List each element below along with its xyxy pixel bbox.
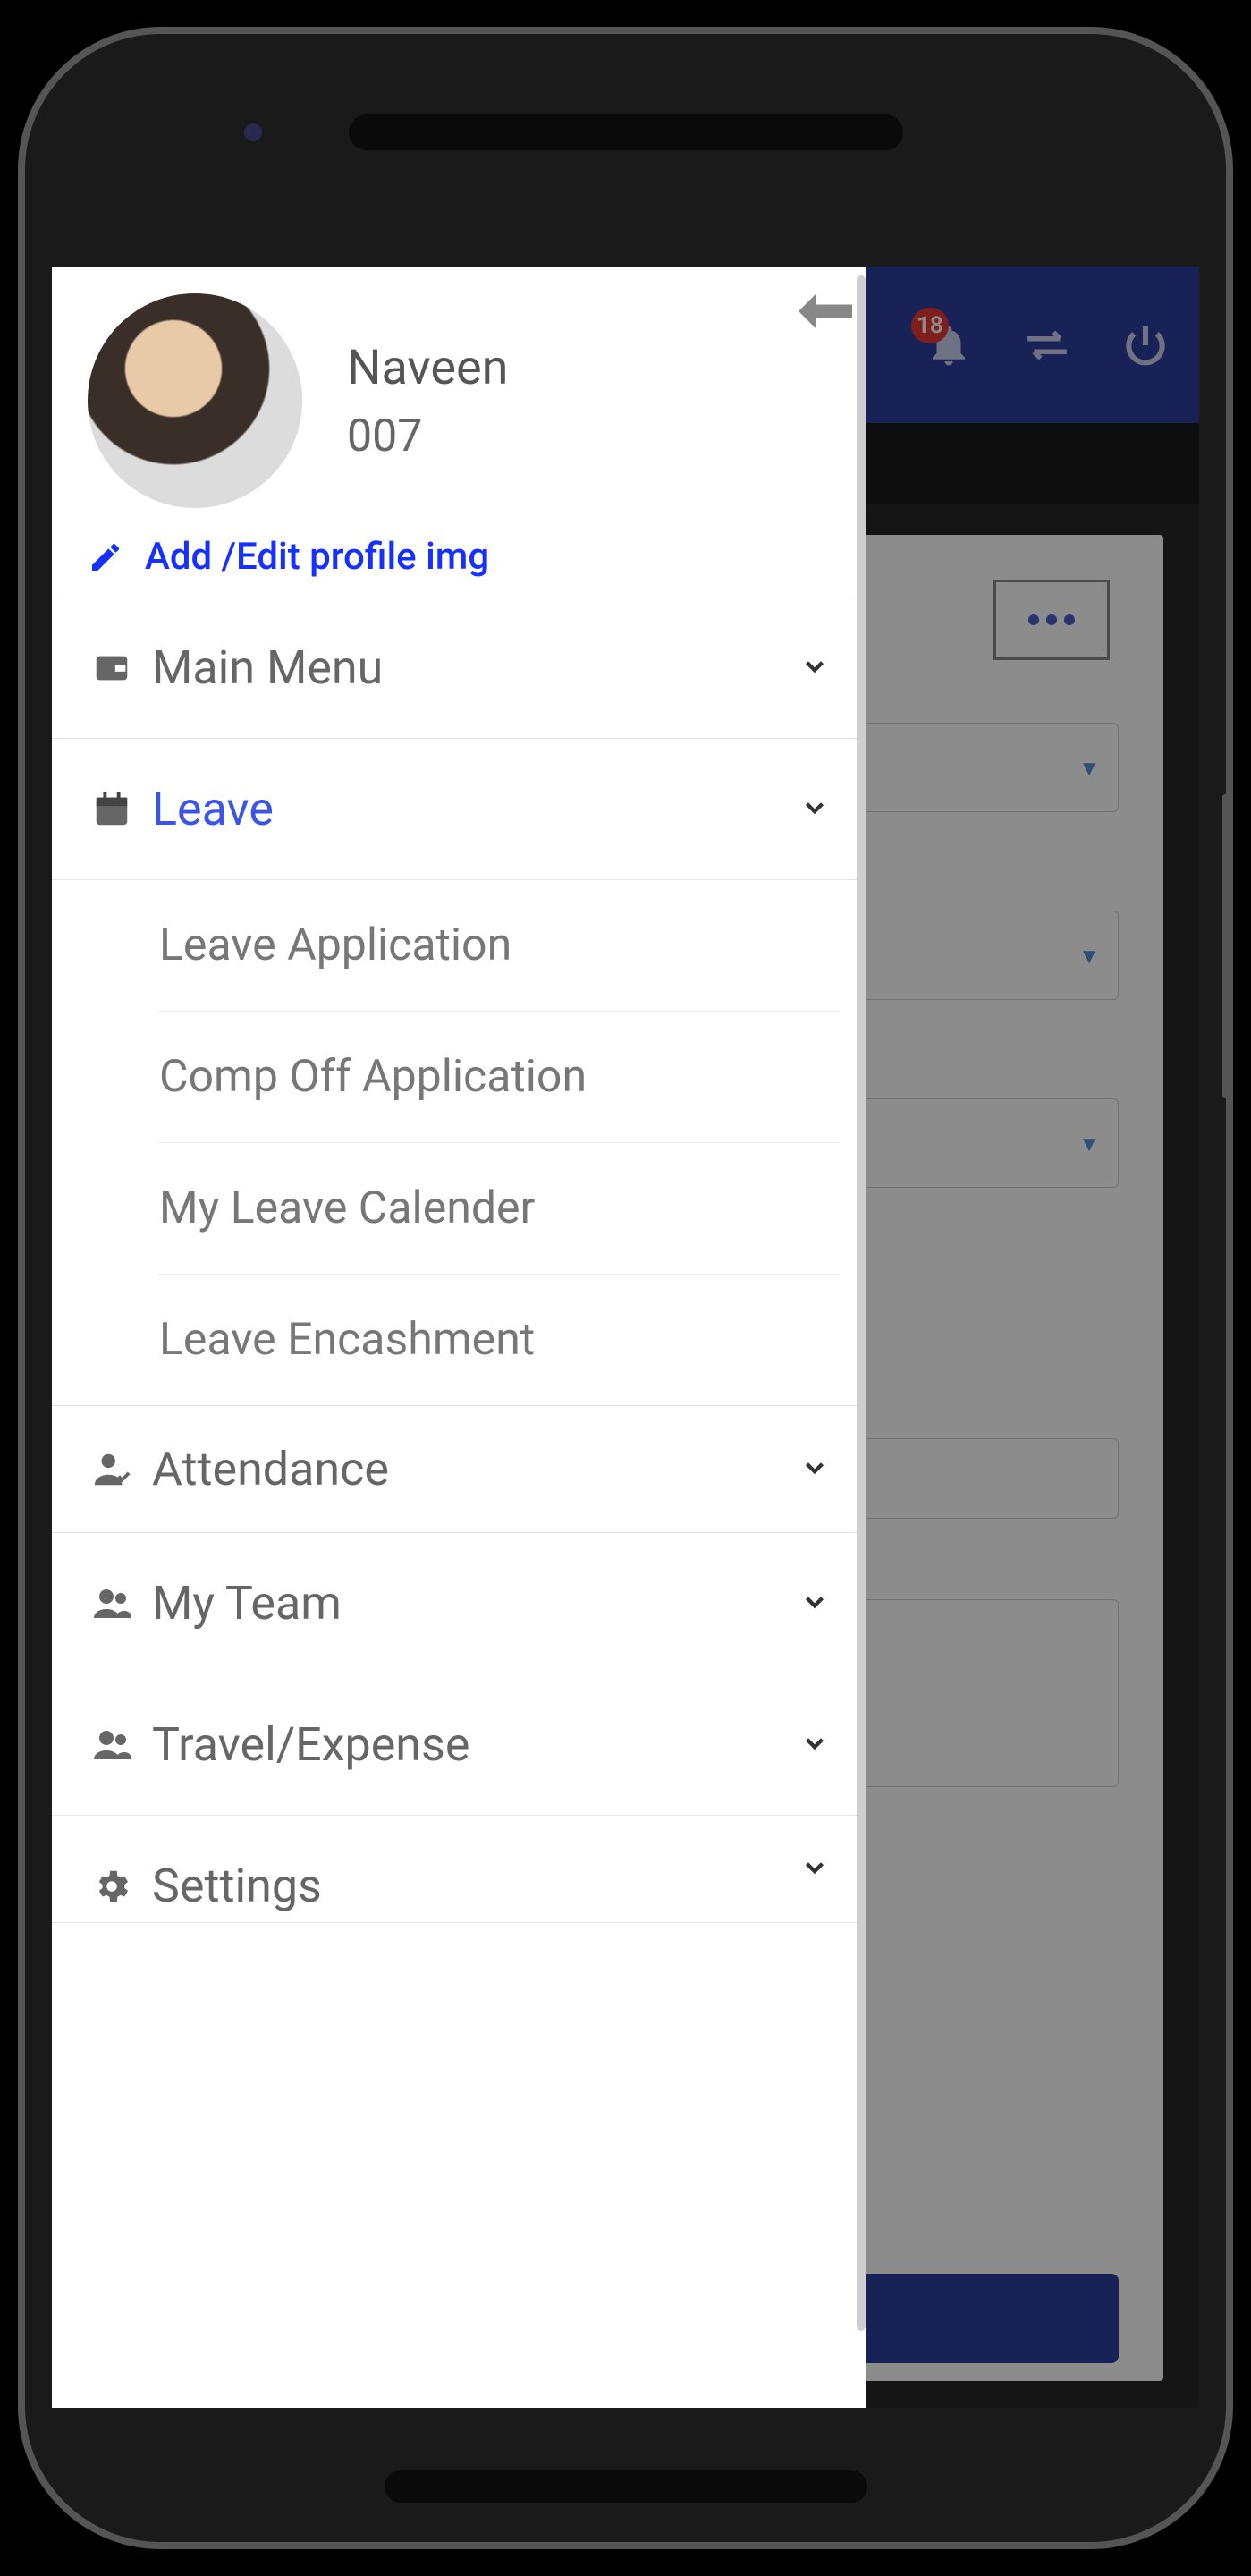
- menu-attendance-label: Attendance: [152, 1442, 389, 1496]
- profile-section: Naveen 007 Add /Edit profile img: [52, 267, 866, 597]
- edit-profile-label: Add /Edit profile img: [145, 535, 489, 579]
- chevron-down-icon: [799, 651, 830, 685]
- submenu-leave-encashment[interactable]: Leave Encashment: [159, 1275, 839, 1405]
- submenu-leave-application[interactable]: Leave Application: [159, 880, 839, 1012]
- people-icon: [88, 1721, 136, 1769]
- nav-drawer: Naveen 007 Add /Edit profile img Main Me…: [52, 267, 866, 2408]
- speaker-grille: [349, 114, 903, 150]
- gear-icon: [88, 1862, 136, 1911]
- side-button: [1222, 794, 1230, 1098]
- chevron-down-icon: [799, 1453, 830, 1487]
- menu-settings-label: Settings: [152, 1859, 322, 1913]
- screen: 18 ▾ ▾ ▾ Submit: [52, 267, 1199, 2408]
- camera-dot: [244, 123, 262, 141]
- profile-name: Naveen: [347, 340, 508, 396]
- edit-profile-link[interactable]: Add /Edit profile img: [88, 535, 830, 579]
- wallet-icon: [88, 644, 136, 692]
- drawer-scrollbar[interactable]: [857, 275, 866, 2331]
- chevron-down-icon: [799, 1852, 830, 1886]
- avatar[interactable]: [88, 293, 302, 508]
- pencil-icon: [88, 539, 123, 575]
- chevron-down-icon: [799, 1587, 830, 1621]
- menu-leave[interactable]: Leave: [52, 739, 866, 880]
- arrow-left-icon: [799, 292, 852, 331]
- menu-my-team-label: My Team: [152, 1576, 342, 1631]
- menu-travel-expense[interactable]: Travel/Expense: [52, 1674, 866, 1816]
- close-drawer-button[interactable]: [799, 284, 852, 343]
- menu-attendance[interactable]: Attendance: [52, 1406, 866, 1533]
- submenu-leave-calendar[interactable]: My Leave Calender: [159, 1143, 839, 1275]
- menu-settings[interactable]: Settings: [52, 1816, 866, 1923]
- submenu-comp-off[interactable]: Comp Off Application: [159, 1012, 839, 1143]
- menu-main[interactable]: Main Menu: [52, 597, 866, 739]
- home-indicator: [385, 2470, 867, 2503]
- calendar-icon: [88, 785, 136, 834]
- menu-my-team[interactable]: My Team: [52, 1533, 866, 1674]
- menu-travel-expense-label: Travel/Expense: [152, 1717, 469, 1772]
- person-check-icon: [88, 1445, 136, 1494]
- phone-bezel-top: [25, 34, 1226, 249]
- chevron-down-icon: [799, 792, 830, 826]
- profile-id: 007: [347, 411, 508, 462]
- menu-main-label: Main Menu: [152, 640, 383, 695]
- phone-frame: 18 ▾ ▾ ▾ Submit: [18, 27, 1233, 2549]
- people-icon: [88, 1580, 136, 1628]
- menu-leave-label: Leave: [152, 782, 274, 836]
- chevron-down-icon: [799, 1728, 830, 1762]
- leave-submenu: Leave Application Comp Off Application M…: [52, 880, 866, 1406]
